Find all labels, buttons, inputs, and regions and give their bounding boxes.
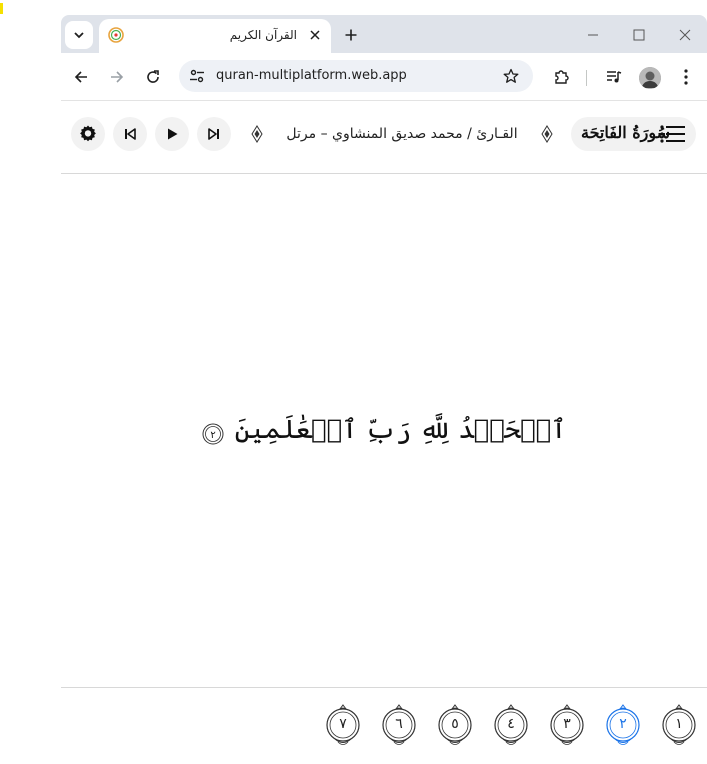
profile-avatar[interactable] <box>639 67 661 89</box>
site-settings-button[interactable] <box>187 66 207 86</box>
ornament-icon <box>251 125 263 143</box>
window-close-icon <box>679 29 691 41</box>
bookmark-button[interactable] <box>501 66 521 86</box>
ayah-button[interactable]: ٣ <box>549 704 585 748</box>
minimize-icon <box>588 34 598 36</box>
hamburger-menu-icon <box>660 125 685 143</box>
kebab-menu-icon <box>684 69 688 85</box>
reload-icon <box>147 70 159 83</box>
chevron-down-icon <box>74 32 84 39</box>
tab-close-button[interactable] <box>307 27 323 43</box>
skip-next-icon <box>208 128 219 140</box>
media-controls-button[interactable] <box>600 63 628 91</box>
play-icon <box>168 128 178 140</box>
ayah-number: ٧ <box>339 716 347 732</box>
toolbar-separator <box>586 70 587 86</box>
favicon-icon <box>108 27 124 43</box>
ayah-number: ٤ <box>507 716 515 732</box>
screen-marker <box>0 3 3 14</box>
gear-icon <box>80 125 96 142</box>
new-tab-button[interactable] <box>339 23 363 47</box>
address-bar[interactable]: quran-multiplatform.web.app <box>179 60 533 92</box>
maximize-button[interactable] <box>627 23 651 47</box>
verse-text: ٱلۡحَمۡدُ لِلَّهِ رَبِّ ٱلۡعَٰلَمِينَ <box>234 415 567 445</box>
forward-icon <box>111 71 124 83</box>
browser-toolbar: quran-multiplatform.web.app <box>61 53 707 101</box>
surah-menu-button[interactable]: سُورَةُ الفَاتِحَة <box>571 117 696 151</box>
extensions-button[interactable] <box>547 63 575 91</box>
surah-name: سُورَةُ الفَاتِحَة <box>581 123 670 142</box>
play-button[interactable] <box>155 117 189 151</box>
ayah-button[interactable]: ٤ <box>493 704 529 748</box>
extensions-icon <box>555 70 569 84</box>
ayah-button[interactable]: ٢ <box>605 704 641 748</box>
reload-button[interactable] <box>139 63 167 91</box>
previous-button[interactable] <box>113 117 147 151</box>
browser-window: القرآن الكريم quran-multiplatform.web.ap… <box>61 15 707 764</box>
ayah-selector-bar: ١ ٢ ٣ ٤ ٥ ٦ ٧ <box>61 687 707 764</box>
tab-search-button[interactable] <box>65 21 93 49</box>
tab-title: القرآن الكريم <box>229 28 297 42</box>
close-icon <box>310 30 320 40</box>
ayah-number: ١ <box>675 716 683 732</box>
avatar-icon <box>639 67 661 89</box>
back-button[interactable] <box>67 63 95 91</box>
ayah-number: ٢ <box>619 716 627 732</box>
ayah-button[interactable]: ٦ <box>381 704 417 748</box>
verse-display: ٱلۡحَمۡدُ لِلَّهِ رَبِّ ٱلۡعَٰلَمِينَ ٢ <box>61 415 707 445</box>
site-settings-icon <box>190 69 204 83</box>
tab-strip: القرآن الكريم <box>61 15 707 53</box>
ayah-number: ٦ <box>395 716 403 732</box>
url-text: quran-multiplatform.web.app <box>216 68 407 83</box>
minimize-button[interactable] <box>581 23 605 47</box>
plus-icon <box>345 29 357 41</box>
reciter-label: القـارئ / محمد صديق المنشاوي – مرتل <box>286 126 518 142</box>
ayah-button[interactable]: ٧ <box>325 704 361 748</box>
player-header: القـارئ / محمد صديق المنشاوي – مرتل سُور… <box>61 101 707 174</box>
star-icon <box>503 68 519 83</box>
ayah-button[interactable]: ٥ <box>437 704 473 748</box>
verse-number-marker: ٢ <box>202 423 224 444</box>
skip-previous-icon <box>125 128 136 140</box>
ornament-icon <box>541 125 553 143</box>
browser-menu-button[interactable] <box>672 63 700 91</box>
ayah-button[interactable]: ١ <box>661 704 697 748</box>
reciter-selector[interactable]: القـارئ / محمد صديق المنشاوي – مرتل <box>251 121 553 147</box>
back-icon <box>74 71 87 83</box>
active-tab[interactable]: القرآن الكريم <box>99 19 331 53</box>
ayah-number: ٥ <box>451 716 459 732</box>
ayah-number: ٣ <box>563 716 571 732</box>
media-icon <box>607 71 622 83</box>
forward-button[interactable] <box>103 63 131 91</box>
window-close-button[interactable] <box>673 23 697 47</box>
maximize-icon <box>633 29 645 41</box>
settings-button[interactable] <box>71 117 105 151</box>
verse-number: ٢ <box>210 430 215 441</box>
next-button[interactable] <box>197 117 231 151</box>
